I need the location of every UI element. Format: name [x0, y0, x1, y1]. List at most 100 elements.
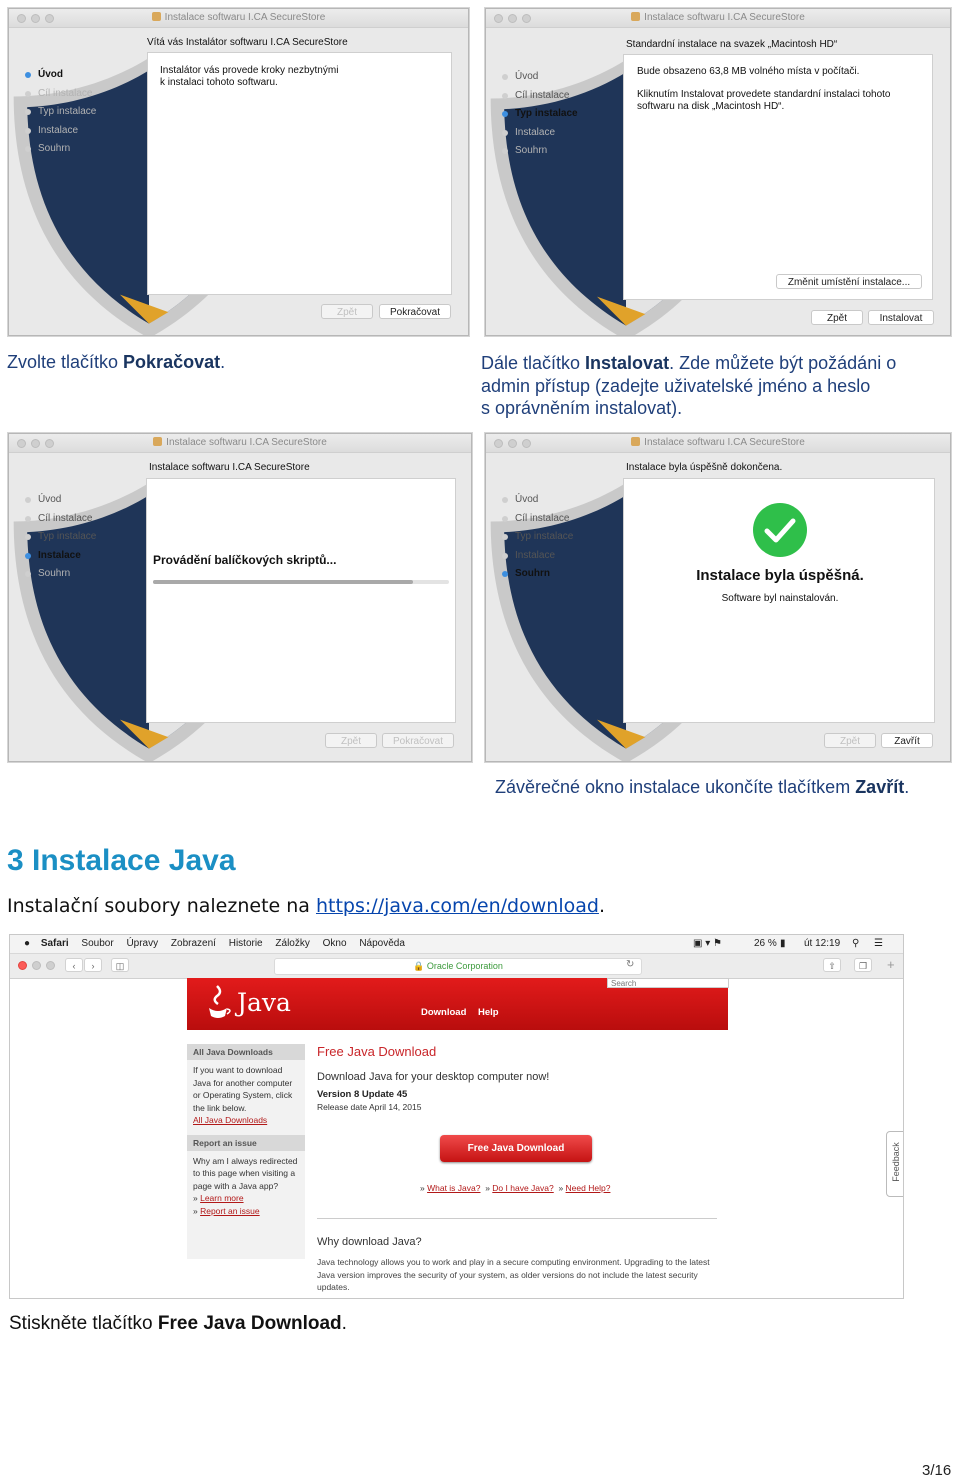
java-sidebar: All Java Downloads If you want to downlo… — [187, 1044, 305, 1259]
step-intro: Úvod — [502, 494, 573, 513]
section-heading: 3 Instalace Java — [7, 844, 236, 877]
menu-file[interactable]: Soubor — [81, 938, 113, 949]
installer-subtitle: Vítá vás Instalátor softwaru I.CA Secure… — [147, 37, 348, 48]
step-install: Instalace — [25, 125, 96, 144]
step-type: Typ instalace — [25, 531, 96, 550]
space-required-text: Bude obsazeno 63,8 MB volného místa v po… — [637, 66, 860, 77]
minimize-traffic-light[interactable] — [31, 14, 40, 23]
step-intro: Úvod — [502, 71, 578, 90]
menu-view[interactable]: Zobrazení — [171, 938, 216, 949]
free-java-download-button[interactable]: Free Java Download — [440, 1135, 592, 1162]
sidebar-heading-downloads: All Java Downloads — [187, 1044, 305, 1060]
java-main-content: Free Java Download Download Java for you… — [317, 1044, 737, 1112]
zoom-traffic-light[interactable] — [45, 14, 54, 23]
minimize-traffic-light[interactable] — [508, 14, 517, 23]
nav-download[interactable]: Download — [421, 1007, 466, 1018]
step-type: Typ instalace — [502, 108, 578, 127]
zoom-traffic-light[interactable] — [522, 439, 531, 448]
menu-bookmarks[interactable]: Záložky — [275, 938, 309, 949]
sidebar-heading-report: Report an issue — [187, 1134, 305, 1151]
step-install: Instalace — [502, 550, 573, 569]
caption-close: Závěrečné okno instalace ukončíte tlačít… — [495, 777, 910, 797]
spotlight-icon[interactable]: ⚲ — [852, 935, 859, 953]
menu-safari[interactable]: Safari — [41, 938, 69, 949]
intro-text: Instalátor vás provede kroky nezbytnými … — [160, 65, 339, 88]
close-traffic-light[interactable] — [494, 14, 503, 23]
help-links: » What is Java? » Do I have Java? » Need… — [420, 1183, 611, 1193]
window-titlebar: Instalace softwaru I.CA SecureStore — [9, 434, 471, 453]
address-bar[interactable]: 🔒 Oracle Corporation — [274, 958, 642, 975]
need-help-link[interactable]: Need Help? — [566, 1183, 611, 1193]
battery-icon: ▮ — [780, 938, 786, 949]
sidebar-icon[interactable]: ◫ — [111, 958, 129, 972]
status-icons: ▣ ▾ ⚑ — [693, 938, 722, 949]
window-title: Instalace softwaru I.CA SecureStore — [644, 12, 805, 23]
zoom-traffic-light[interactable] — [46, 961, 55, 970]
tabs-icon[interactable]: ❐ — [854, 958, 872, 972]
window-titlebar: Instalace softwaru I.CA SecureStore — [9, 9, 468, 28]
back-arrow-icon[interactable]: ‹ — [65, 958, 83, 972]
step-install: Instalace — [502, 127, 578, 146]
installer-subtitle: Instalace softwaru I.CA SecureStore — [149, 462, 310, 473]
nav-help[interactable]: Help — [478, 1007, 499, 1018]
success-title: Instalace byla úspěšná. — [696, 567, 864, 584]
install-description-text: Kliknutím Instalovat provedete standardn… — [637, 89, 891, 112]
what-is-java-link[interactable]: What is Java? — [427, 1183, 480, 1193]
report-issue-link[interactable]: Report an issue — [200, 1206, 260, 1216]
installer-steps: Úvod Cíl instalace Typ instalace Instala… — [25, 69, 96, 162]
window-title: Instalace softwaru I.CA SecureStore — [166, 437, 327, 448]
bottom-caption: Stiskněte tlačítko Free Java Download. — [9, 1313, 347, 1334]
progress-bar — [153, 580, 449, 584]
step-destination: Cíl instalace — [25, 513, 96, 532]
java-download-link[interactable]: https://java.com/en/download — [316, 895, 599, 917]
step-summary: Souhrn — [502, 145, 578, 164]
release-date: Release date April 14, 2015 — [317, 1102, 422, 1112]
success-text: Software byl nainstalován. — [721, 593, 839, 604]
menu-window[interactable]: Okno — [323, 938, 347, 949]
close-traffic-light[interactable] — [17, 14, 26, 23]
close-button[interactable]: Zavřít — [881, 733, 933, 748]
menu-history[interactable]: Historie — [229, 938, 263, 949]
share-icon[interactable]: ⇧ — [823, 958, 841, 972]
close-traffic-light[interactable] — [17, 439, 26, 448]
forward-arrow-icon[interactable]: › — [84, 958, 102, 972]
back-button[interactable]: Zpět — [325, 733, 377, 748]
minimize-traffic-light[interactable] — [31, 439, 40, 448]
content-panel: Instalátor vás provede kroky nezbytnými … — [147, 52, 452, 295]
package-icon — [151, 12, 161, 21]
back-button[interactable]: Zpět — [824, 733, 876, 748]
all-downloads-link[interactable]: All Java Downloads — [193, 1115, 267, 1125]
back-button[interactable]: Zpět — [321, 304, 373, 319]
package-icon — [631, 437, 641, 446]
java-version: Version 8 Update 45 — [317, 1089, 408, 1100]
apple-icon[interactable]: ● — [24, 938, 30, 949]
caption-continue: Zvolte tlačítko Pokračovat. — [7, 352, 226, 372]
close-traffic-light[interactable] — [18, 961, 27, 970]
notification-center-icon[interactable]: ☰ — [874, 935, 883, 953]
menu-edit[interactable]: Úpravy — [126, 938, 158, 949]
do-i-have-java-link[interactable]: Do I have Java? — [492, 1183, 553, 1193]
site-search-input[interactable]: Search — [607, 978, 729, 988]
reload-icon[interactable]: ↻ — [626, 959, 634, 970]
change-location-button[interactable]: Změnit umístění instalace... — [776, 274, 922, 289]
step-intro: Úvod — [25, 69, 96, 88]
content-panel: Bude obsazeno 63,8 MB volného místa v po… — [623, 54, 933, 300]
new-tab-icon[interactable]: + — [887, 957, 895, 972]
close-traffic-light[interactable] — [494, 439, 503, 448]
window-titlebar: Instalace softwaru I.CA SecureStore — [486, 9, 950, 28]
step-destination: Cíl instalace — [502, 513, 573, 532]
package-icon — [153, 437, 163, 446]
step-summary: Souhrn — [502, 568, 573, 587]
installer-window-type: Instalace softwaru I.CA SecureStore Stan… — [485, 8, 951, 336]
minimize-traffic-light[interactable] — [508, 439, 517, 448]
minimize-traffic-light[interactable] — [32, 961, 41, 970]
learn-more-link[interactable]: Learn more — [200, 1193, 243, 1203]
install-button[interactable]: Instalovat — [868, 310, 934, 325]
zoom-traffic-light[interactable] — [522, 14, 531, 23]
feedback-tab[interactable]: Feedback — [886, 1131, 903, 1197]
continue-button[interactable]: Pokračovat — [382, 733, 454, 748]
continue-button[interactable]: Pokračovat — [379, 304, 451, 319]
back-button[interactable]: Zpět — [811, 310, 863, 325]
menu-help[interactable]: Nápověda — [359, 938, 405, 949]
zoom-traffic-light[interactable] — [45, 439, 54, 448]
